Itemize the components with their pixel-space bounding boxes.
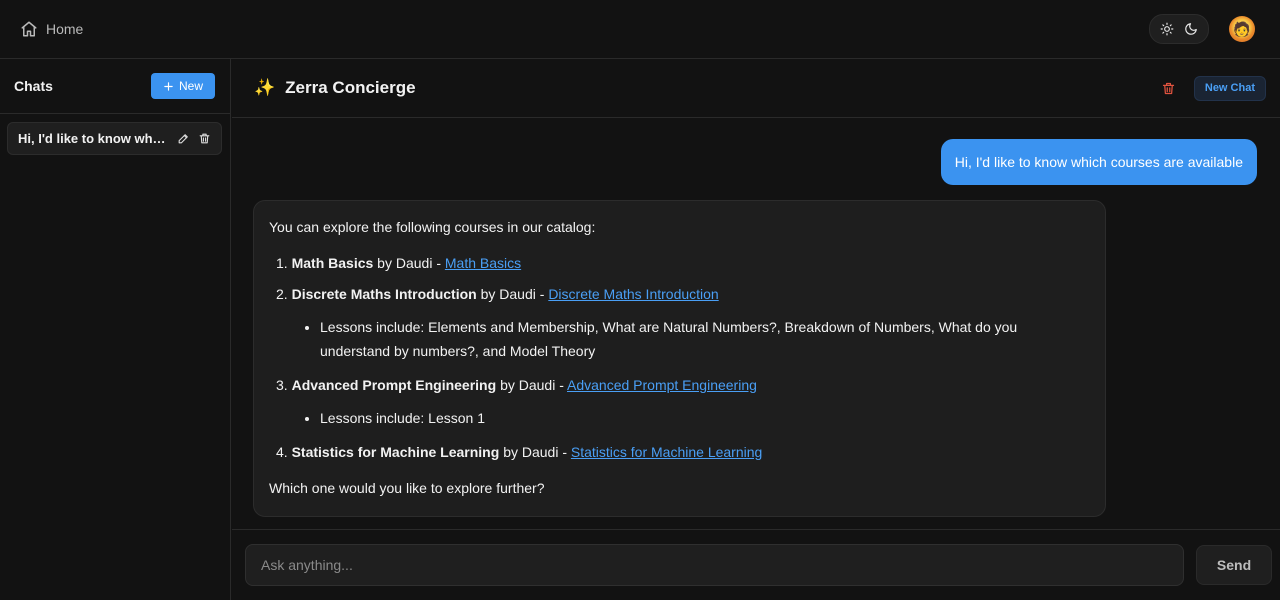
course-item: 3. Advanced Prompt Engineering by Daudi … bbox=[269, 373, 1090, 430]
course-item: 2. Discrete Maths Introduction by Daudi … bbox=[269, 282, 1090, 363]
composer: Send bbox=[232, 529, 1280, 600]
theme-toggle[interactable] bbox=[1149, 14, 1209, 44]
course-name: Discrete Maths Introduction bbox=[291, 286, 477, 302]
chat-title: Zerra Concierge bbox=[285, 78, 416, 97]
chat-item-label: Hi, I'd like to know which courses are a… bbox=[18, 131, 168, 146]
sidebar-header: Chats New bbox=[0, 59, 230, 114]
course-name: Statistics for Machine Learning bbox=[291, 444, 500, 460]
course-number: 1. bbox=[276, 255, 288, 271]
new-chat-sidebar-button[interactable]: New bbox=[150, 73, 215, 99]
trash-icon[interactable] bbox=[198, 132, 211, 145]
sidebar-chat-item[interactable]: Hi, I'd like to know which courses are a… bbox=[7, 122, 222, 155]
ask-input[interactable] bbox=[245, 544, 1185, 586]
course-link[interactable]: Discrete Maths Introduction bbox=[548, 286, 718, 302]
course-author: by Daudi - bbox=[480, 286, 545, 302]
sun-icon[interactable] bbox=[1160, 22, 1174, 36]
edit-icon[interactable] bbox=[177, 132, 190, 145]
home-label: Home bbox=[46, 21, 84, 37]
new-button-label: New bbox=[178, 79, 203, 93]
sidebar-title: Chats bbox=[14, 78, 53, 94]
course-number: 4. bbox=[276, 444, 288, 460]
course-number: 2. bbox=[276, 286, 288, 302]
lesson-item: Lessons include: Elements and Membership… bbox=[320, 315, 1090, 363]
assistant-outro: Which one would you like to explore furt… bbox=[269, 480, 545, 496]
course-item: 4. Statistics for Machine Learning by Da… bbox=[269, 440, 1090, 464]
message-list: Hi, I'd like to know which courses are a… bbox=[232, 118, 1280, 528]
course-author: by Daudi - bbox=[377, 255, 441, 271]
chat-header: ✨ Zerra Concierge New Chat bbox=[232, 59, 1280, 118]
course-list: 1. Math Basics by Daudi - Math Basics 2.… bbox=[269, 251, 1090, 464]
chat-main: ✨ Zerra Concierge New Chat Hi, I'd like … bbox=[232, 59, 1280, 600]
chat-title-wrap: ✨ Zerra Concierge bbox=[254, 78, 416, 98]
course-author: by Daudi - bbox=[503, 444, 567, 460]
moon-icon[interactable] bbox=[1184, 22, 1198, 36]
top-bar: Home 🧑 bbox=[0, 0, 1280, 59]
course-item: 1. Math Basics by Daudi - Math Basics bbox=[269, 251, 1090, 275]
course-link[interactable]: Advanced Prompt Engineering bbox=[567, 377, 757, 393]
new-chat-button[interactable]: New Chat bbox=[1193, 75, 1266, 101]
avatar-emoji-icon: 🧑 bbox=[1233, 20, 1251, 37]
user-message: Hi, I'd like to know which courses are a… bbox=[940, 139, 1257, 185]
chat-item-actions bbox=[177, 132, 211, 145]
lesson-list: Lessons include: Elements and Membership… bbox=[320, 315, 1090, 363]
course-link[interactable]: Math Basics bbox=[445, 255, 521, 271]
home-link[interactable]: Home bbox=[20, 20, 83, 38]
lesson-list: Lessons include: Lesson 1 bbox=[320, 406, 1090, 430]
delete-chat-icon[interactable] bbox=[1161, 81, 1176, 96]
lesson-item: Lessons include: Lesson 1 bbox=[320, 406, 1090, 430]
chat-header-actions: New Chat bbox=[1161, 75, 1266, 101]
avatar[interactable]: 🧑 bbox=[1229, 16, 1255, 42]
plus-icon bbox=[164, 81, 173, 91]
sparkle-icon: ✨ bbox=[254, 78, 276, 97]
assistant-message: You can explore the following courses in… bbox=[253, 200, 1106, 517]
course-number: 3. bbox=[276, 377, 288, 393]
course-name: Advanced Prompt Engineering bbox=[291, 377, 497, 393]
course-link[interactable]: Statistics for Machine Learning bbox=[571, 444, 762, 460]
send-button[interactable]: Send bbox=[1196, 545, 1272, 585]
course-name: Math Basics bbox=[291, 255, 374, 271]
home-icon bbox=[21, 21, 37, 37]
course-author: by Daudi - bbox=[500, 377, 564, 393]
sidebar: Chats New Hi, I'd like to know which cou… bbox=[0, 59, 231, 600]
assistant-intro: You can explore the following courses in… bbox=[269, 219, 596, 235]
top-right-controls: 🧑 bbox=[1149, 14, 1260, 44]
